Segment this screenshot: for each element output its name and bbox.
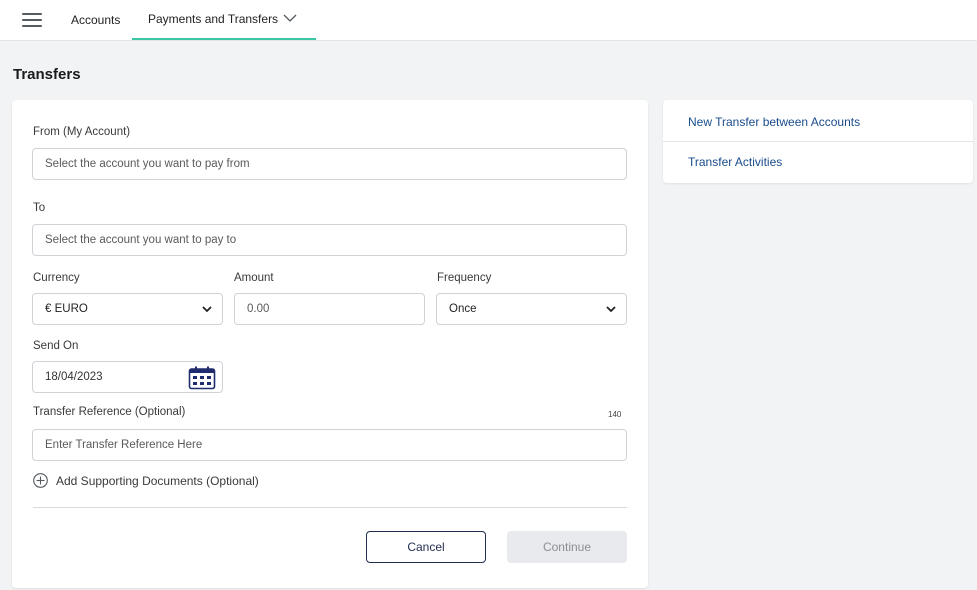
plus-circle-icon: [33, 473, 48, 488]
new-transfer-link[interactable]: New Transfer between Accounts: [688, 115, 860, 129]
from-account-label: From (My Account): [33, 126, 131, 138]
character-counter: 140: [608, 410, 622, 419]
chevron-down-icon: [606, 306, 616, 313]
cancel-button[interactable]: Cancel: [366, 531, 486, 563]
transfer-activities-link[interactable]: Transfer Activities: [688, 155, 782, 169]
chevron-down-icon: [202, 306, 212, 313]
frequency-label: Frequency: [437, 272, 492, 284]
side-panel-divider: [663, 141, 973, 142]
transfer-form-card: From (My Account) Select the account you…: [12, 100, 648, 588]
page-title: Transfers: [13, 66, 81, 83]
transfer-reference-label: Transfer Reference (Optional): [33, 406, 186, 418]
top-nav-bar: Accounts Payments and Transfers: [0, 0, 977, 41]
currency-select[interactable]: € EURO: [32, 293, 223, 325]
calendar-icon[interactable]: [188, 366, 216, 390]
to-account-label: To: [33, 202, 46, 214]
add-documents-label: Add Supporting Documents (Optional): [56, 474, 259, 488]
amount-input[interactable]: 0.00: [234, 293, 425, 325]
currency-value: € EURO: [45, 303, 88, 315]
currency-label: Currency: [33, 272, 80, 284]
nav-tab-label: Payments and Transfers: [148, 12, 279, 26]
side-panel-card: New Transfer between Accounts Transfer A…: [663, 100, 973, 183]
nav-tab-payments-and-transfers[interactable]: Payments and Transfers: [132, 0, 316, 40]
frequency-value: Once: [449, 303, 477, 315]
send-on-label: Send On: [33, 340, 79, 352]
from-account-select[interactable]: Select the account you want to pay from: [32, 148, 627, 180]
to-account-select[interactable]: Select the account you want to pay to: [32, 224, 627, 256]
frequency-select[interactable]: Once: [436, 293, 627, 325]
transfer-reference-input[interactable]: Enter Transfer Reference Here: [32, 429, 627, 461]
amount-label: Amount: [234, 272, 274, 284]
nav-tab-accounts[interactable]: Accounts: [71, 13, 120, 27]
send-on-date-input[interactable]: 18/04/2023: [32, 361, 223, 393]
hamburger-menu-icon[interactable]: [22, 13, 42, 27]
form-divider: [33, 507, 627, 508]
continue-button[interactable]: Continue: [507, 531, 627, 563]
chevron-down-icon[interactable]: [283, 12, 297, 24]
send-on-value: 18/04/2023: [45, 371, 103, 383]
